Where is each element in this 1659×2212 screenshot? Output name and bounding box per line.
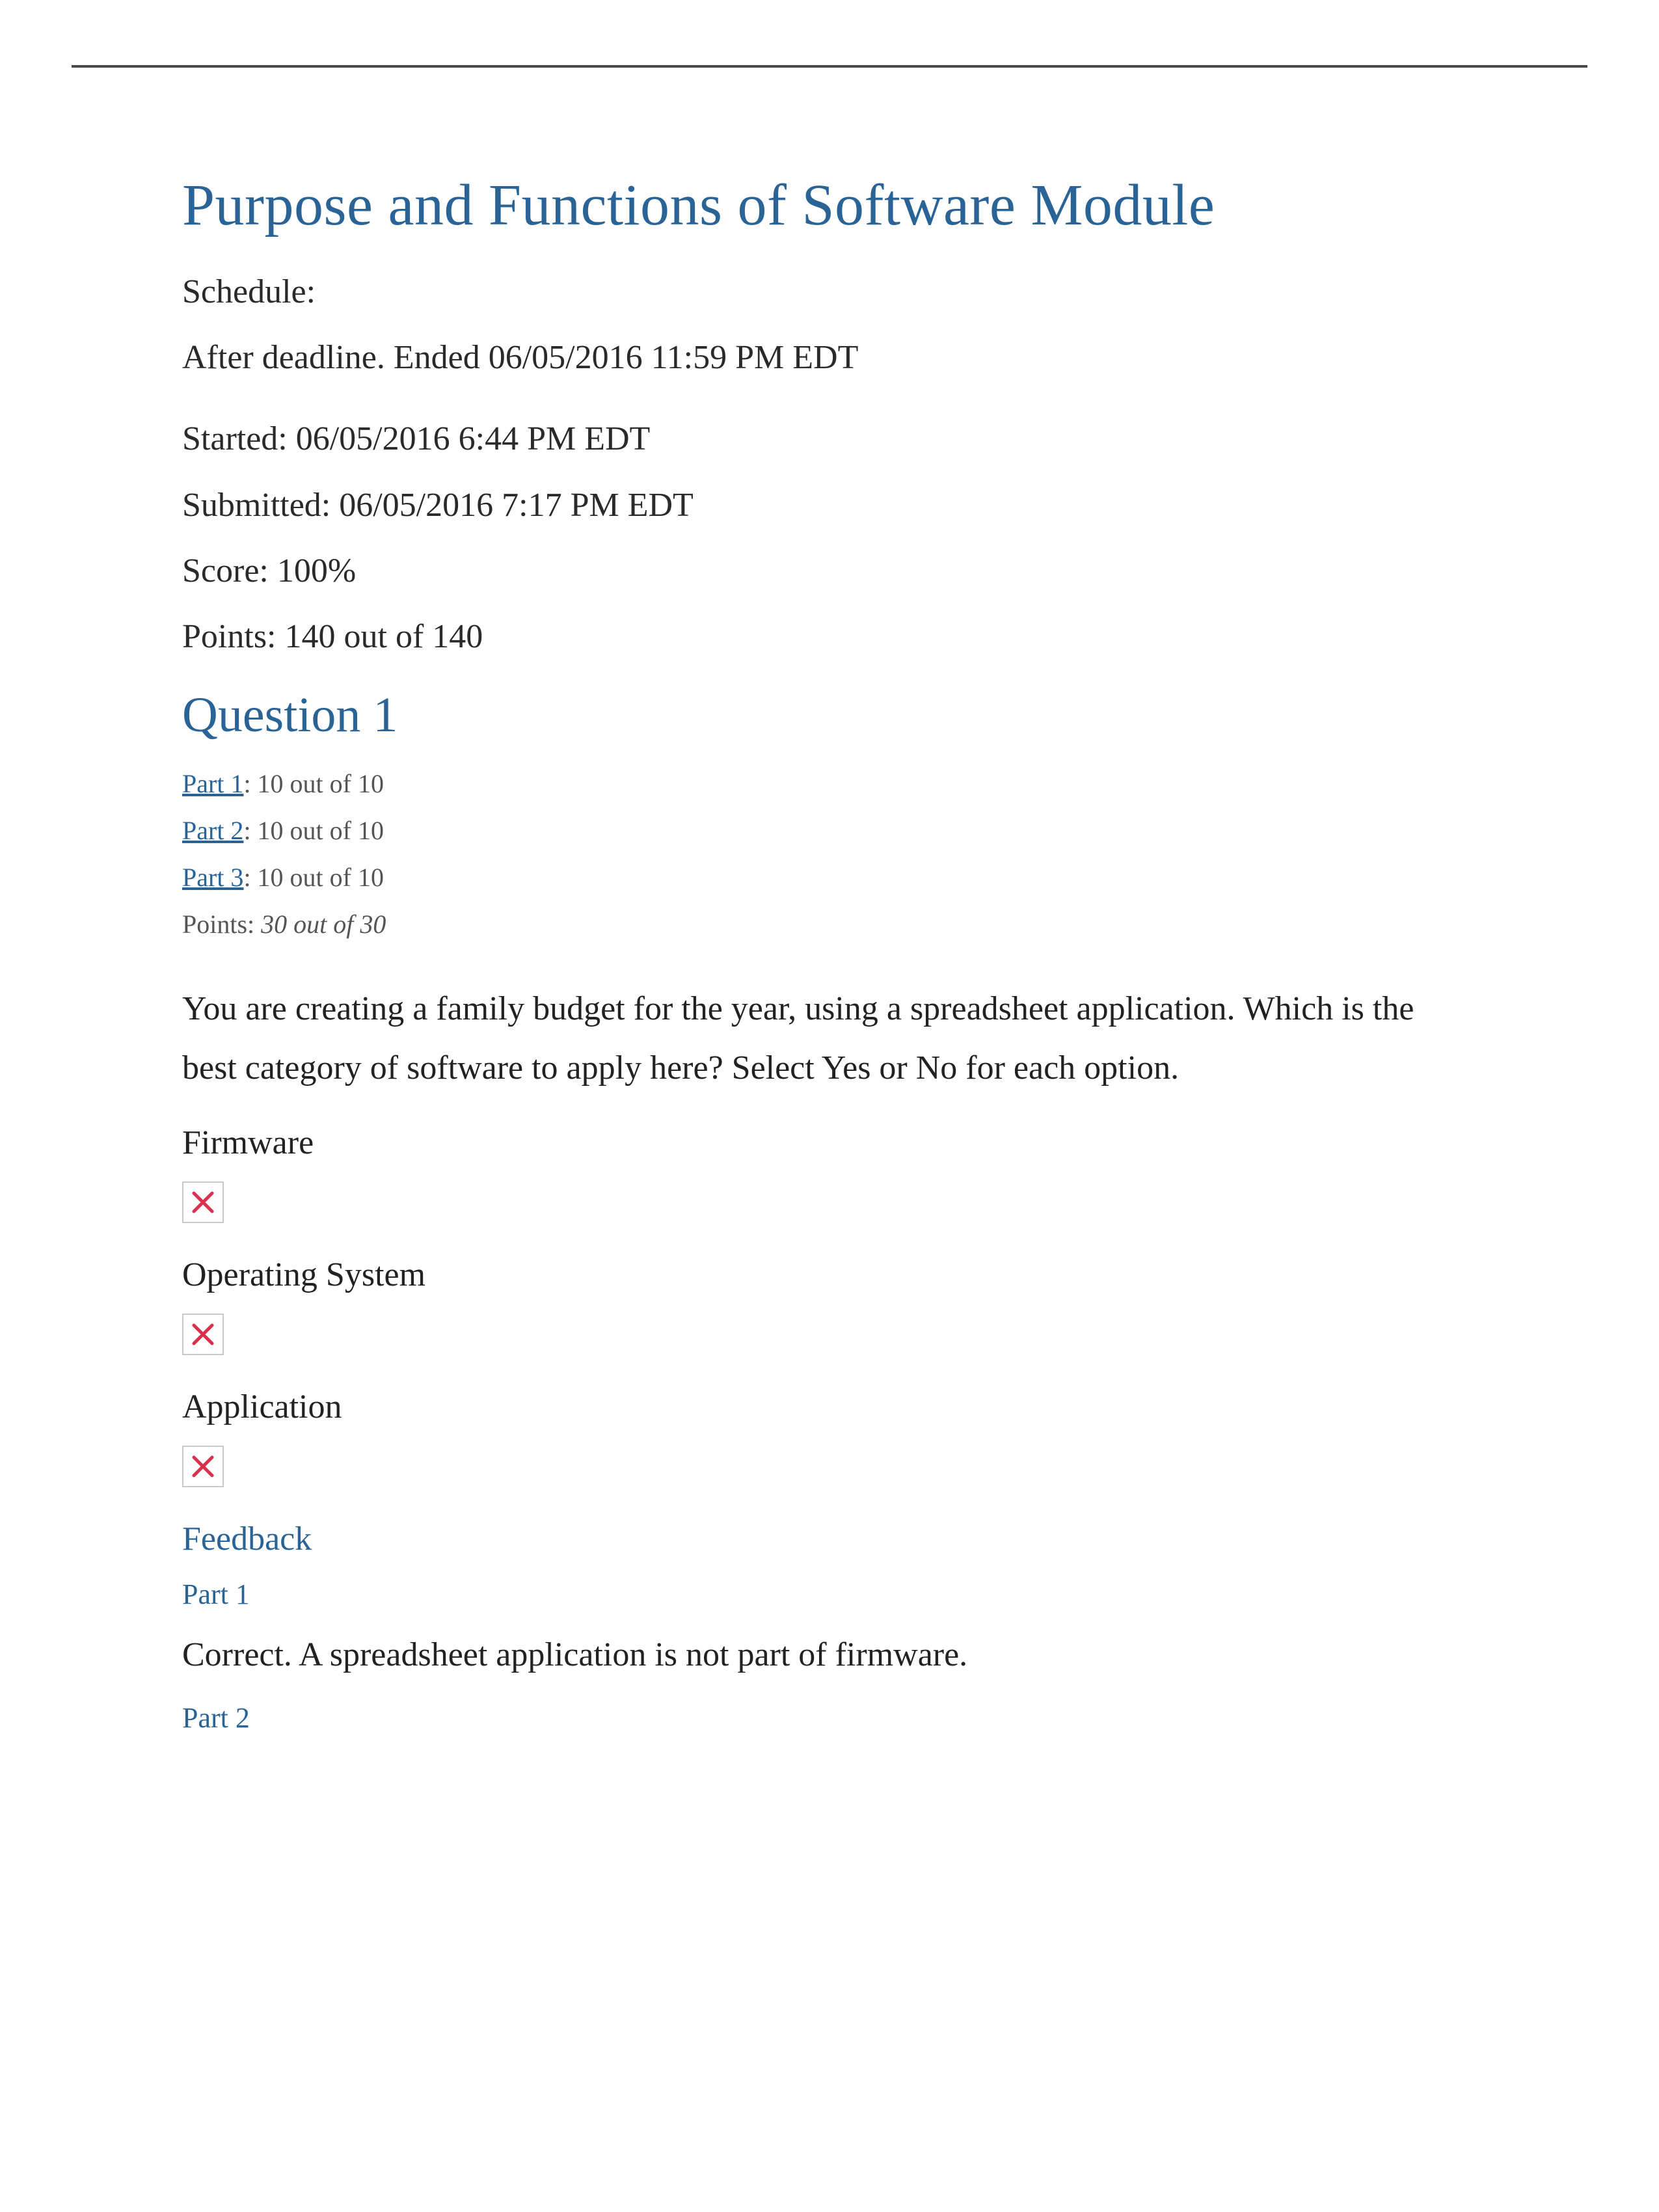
part-link-2[interactable]: Part 2 <box>182 816 243 845</box>
part-summary-row: Part 1: 10 out of 10 <box>182 762 1477 806</box>
part-link-3[interactable]: Part 3 <box>182 863 243 892</box>
meta-block: Schedule: After deadline. Ended 06/05/20… <box>182 265 1477 664</box>
content-area: Purpose and Functions of Software Module… <box>182 68 1477 1734</box>
part-summary-row: Part 3: 10 out of 10 <box>182 856 1477 900</box>
score: Score: 100% <box>182 544 1477 598</box>
x-icon <box>190 1189 216 1215</box>
answer-x-box <box>182 1446 224 1487</box>
part-summary-row: Part 2: 10 out of 10 <box>182 809 1477 853</box>
points: Points: 140 out of 140 <box>182 610 1477 664</box>
part-score-1: : 10 out of 10 <box>243 769 384 798</box>
option-label: Firmware <box>182 1124 1477 1162</box>
feedback-heading: Feedback <box>182 1520 1477 1558</box>
attempt-group: Started: 06/05/2016 6:44 PM EDT Submitte… <box>182 412 1477 664</box>
submitted: Submitted: 06/05/2016 7:17 PM EDT <box>182 478 1477 532</box>
points-label: Points: <box>182 910 261 939</box>
question-heading: Question 1 <box>182 687 1477 744</box>
part-score-2: : 10 out of 10 <box>243 816 384 845</box>
option-label: Operating System <box>182 1256 1477 1294</box>
schedule-value: After deadline. Ended 06/05/2016 11:59 P… <box>182 330 1477 384</box>
module-title: Purpose and Functions of Software Module <box>182 172 1477 239</box>
part-link-1[interactable]: Part 1 <box>182 769 243 798</box>
points-row: Points: 30 out of 30 <box>182 902 1477 947</box>
part-summary: Part 1: 10 out of 10 Part 2: 10 out of 1… <box>182 762 1477 947</box>
points-value: 30 out of 30 <box>261 910 386 939</box>
option-application: Application <box>182 1388 1477 1487</box>
option-label: Application <box>182 1388 1477 1426</box>
schedule-group: Schedule: After deadline. Ended 06/05/20… <box>182 265 1477 384</box>
feedback-part-2-heading: Part 2 <box>182 1701 1477 1734</box>
feedback-part-1-heading: Part 1 <box>182 1578 1477 1611</box>
option-operating-system: Operating System <box>182 1256 1477 1355</box>
part-score-3: : 10 out of 10 <box>243 863 384 892</box>
started: Started: 06/05/2016 6:44 PM EDT <box>182 412 1477 466</box>
x-icon <box>190 1321 216 1347</box>
schedule-label: Schedule: <box>182 265 1477 319</box>
x-icon <box>190 1453 216 1479</box>
feedback-part-1-text: Correct. A spreadsheet application is no… <box>182 1628 1477 1682</box>
answer-x-box <box>182 1181 224 1223</box>
answer-x-box <box>182 1314 224 1355</box>
page: Purpose and Functions of Software Module… <box>0 65 1659 1734</box>
option-firmware: Firmware <box>182 1124 1477 1223</box>
question-text: You are creating a family budget for the… <box>182 979 1477 1098</box>
